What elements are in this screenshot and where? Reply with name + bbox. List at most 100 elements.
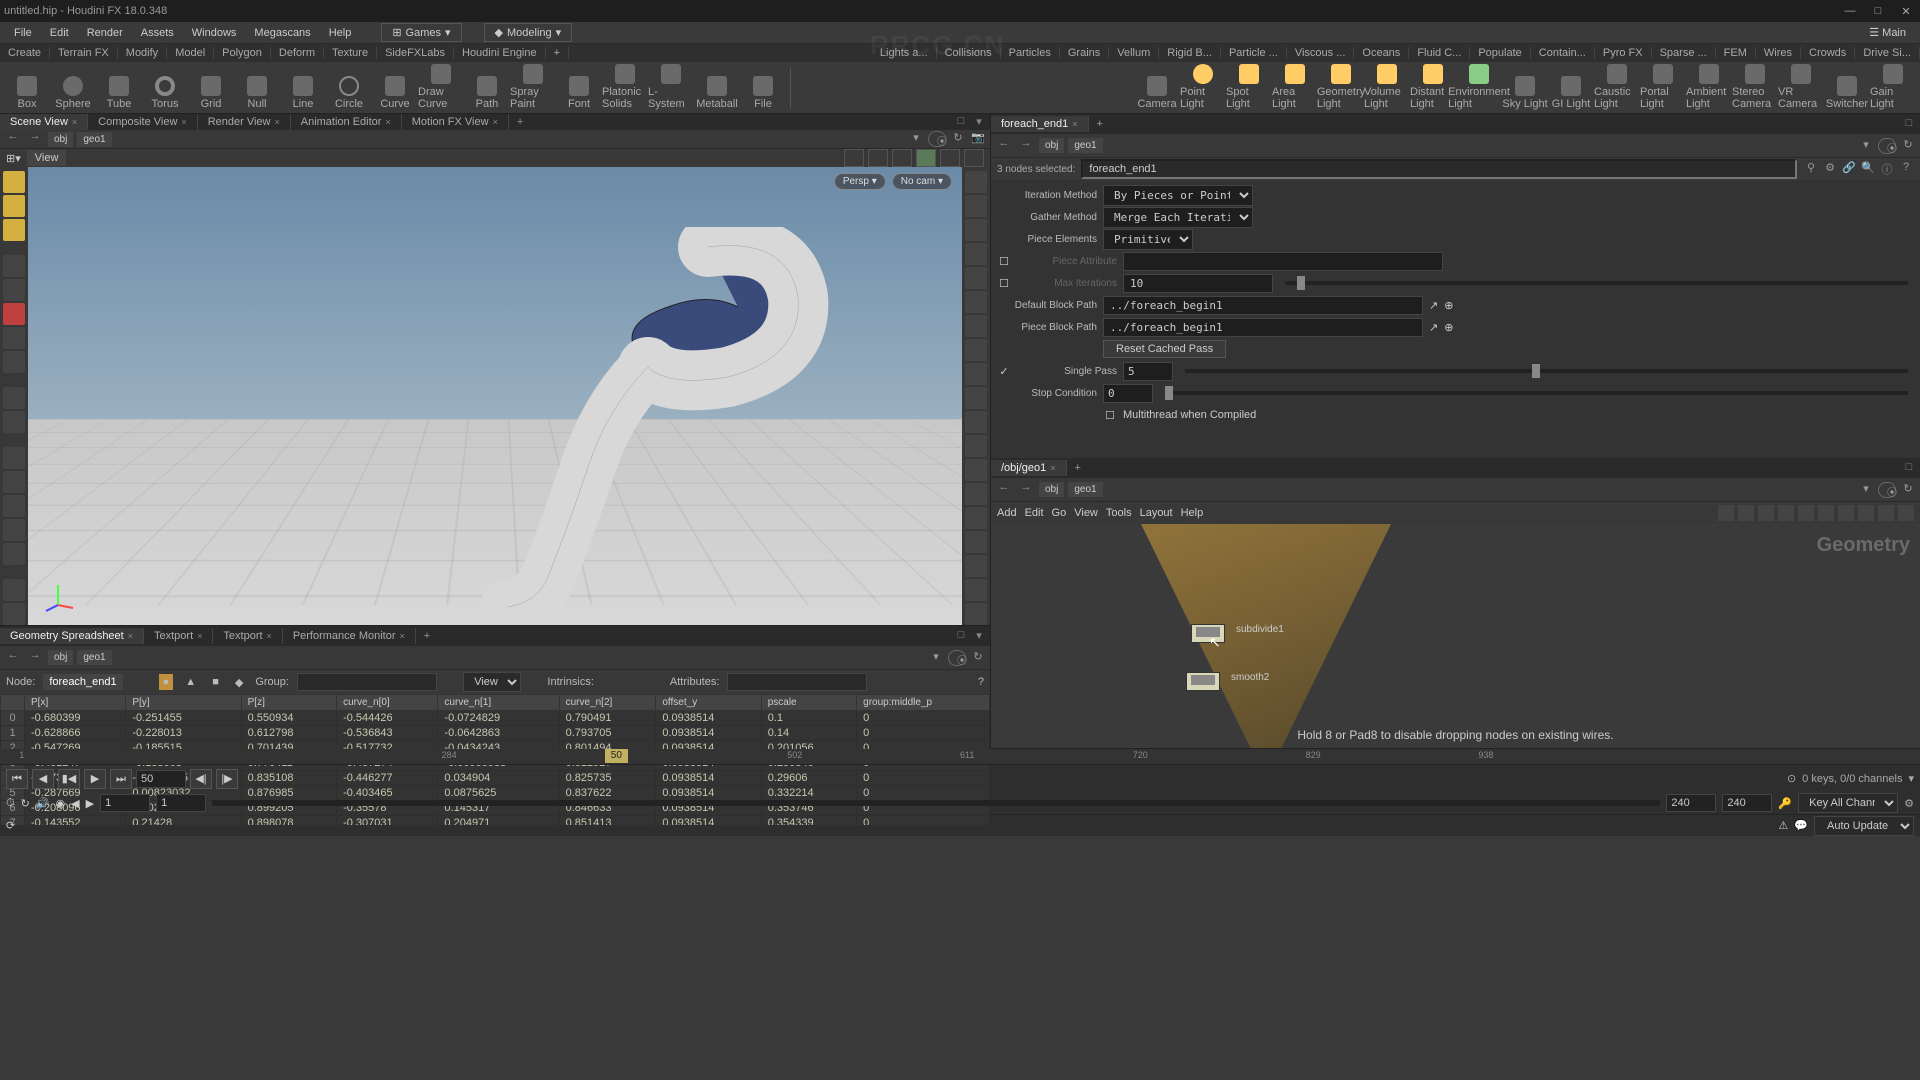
play-back-button[interactable]: ▮◀ bbox=[58, 769, 80, 789]
add-tab-button[interactable]: + bbox=[1089, 116, 1111, 132]
column-header[interactable]: P[z] bbox=[241, 695, 336, 711]
tab-motion-fx[interactable]: Motion FX View× bbox=[402, 114, 509, 130]
material-icon[interactable] bbox=[965, 315, 987, 337]
net-menu-edit[interactable]: Edit bbox=[1025, 507, 1044, 519]
tool-platonic[interactable]: Platonic Solids bbox=[602, 64, 648, 112]
tab-textport-1[interactable]: Textport× bbox=[144, 628, 213, 644]
menu-file[interactable]: File bbox=[6, 25, 40, 41]
point-class-button[interactable]: ● bbox=[159, 674, 174, 690]
warning-icon[interactable]: ⚠ bbox=[1778, 819, 1788, 832]
tool-circle[interactable]: Circle bbox=[326, 64, 372, 112]
integer-toggle[interactable]: ◉ bbox=[56, 797, 66, 810]
settings-icon[interactable]: ⚙ bbox=[1904, 797, 1914, 810]
range-end-1[interactable] bbox=[1666, 794, 1716, 812]
net-menu-view[interactable]: View bbox=[1074, 507, 1098, 519]
light-tab-pyro[interactable]: Pyro FX bbox=[1595, 47, 1652, 59]
net-menu-help[interactable]: Help bbox=[1181, 507, 1204, 519]
bg-toggle-icon[interactable] bbox=[965, 555, 987, 577]
chevron-down-icon[interactable]: ▾ bbox=[908, 131, 924, 147]
refresh-icon[interactable]: ↻ bbox=[1900, 138, 1916, 154]
handles-tool[interactable] bbox=[3, 387, 25, 409]
light-tab-grains[interactable]: Grains bbox=[1060, 47, 1109, 59]
attributes-input[interactable] bbox=[727, 673, 867, 691]
maximize-pane-icon[interactable]: □ bbox=[1902, 117, 1916, 131]
path-obj[interactable]: obj bbox=[1039, 138, 1064, 153]
single-pass-slider[interactable] bbox=[1185, 369, 1908, 373]
light-tab-drive[interactable]: Drive Si... bbox=[1855, 47, 1920, 59]
main-menu[interactable]: ☰ Main bbox=[1861, 24, 1914, 41]
subnet-icon[interactable] bbox=[1898, 505, 1914, 521]
pin-toggle[interactable]: ⦿ bbox=[1878, 138, 1896, 154]
tab-render-view[interactable]: Render View× bbox=[198, 114, 291, 130]
network-view[interactable]: Geometry subdivide1 smooth2 ↖ Hold 8 or … bbox=[991, 524, 1920, 748]
net-menu-add[interactable]: Add bbox=[997, 507, 1017, 519]
menu-windows[interactable]: Windows bbox=[184, 25, 245, 41]
multithread-check[interactable]: ☐ bbox=[1103, 409, 1117, 422]
tab-composite-view[interactable]: Composite View× bbox=[88, 114, 198, 130]
single-pass-field[interactable] bbox=[1123, 362, 1173, 381]
next-key-button[interactable]: |▶ bbox=[216, 769, 238, 789]
table-row[interactable]: 0-0.680399-0.2514550.550934-0.544426-0.0… bbox=[1, 711, 990, 726]
prim-class-button[interactable]: ■ bbox=[208, 674, 223, 690]
pane-menu-icon[interactable]: ▾ bbox=[972, 115, 986, 129]
column-header[interactable]: group:middle_p bbox=[857, 695, 990, 711]
close-icon[interactable]: × bbox=[197, 631, 202, 641]
tool-path[interactable]: Path bbox=[464, 64, 510, 112]
stop-condition-field[interactable] bbox=[1103, 384, 1153, 403]
link-icon[interactable]: 🔗 bbox=[1841, 161, 1857, 177]
tool-file[interactable]: File bbox=[740, 64, 786, 112]
shelf-tab-houdiniengine[interactable]: Houdini Engine bbox=[454, 47, 546, 59]
step-back-button[interactable]: ◀ bbox=[32, 769, 54, 789]
column-header[interactable]: curve_n[0] bbox=[337, 695, 438, 711]
tool-stereocam[interactable]: Stereo Camera bbox=[1732, 64, 1778, 112]
snapshot-icon[interactable]: 📷 bbox=[970, 131, 986, 147]
close-icon[interactable]: × bbox=[274, 117, 279, 127]
menu-help[interactable]: Help bbox=[321, 25, 360, 41]
back-button[interactable]: ← bbox=[995, 481, 1013, 499]
back-button[interactable]: ← bbox=[4, 130, 22, 148]
tab-scene-view[interactable]: Scene View× bbox=[0, 114, 88, 130]
tool-sphere[interactable]: Sphere bbox=[50, 64, 96, 112]
tool-volumelight[interactable]: Volume Light bbox=[1364, 64, 1410, 112]
rotate-tool[interactable] bbox=[3, 327, 25, 349]
keyframe-icon[interactable]: 🔑 bbox=[1778, 797, 1792, 810]
snap-options-icon[interactable] bbox=[3, 543, 25, 565]
tool-portallight[interactable]: Portal Light bbox=[1640, 64, 1686, 112]
column-header[interactable]: curve_n[1] bbox=[438, 695, 559, 711]
display-primnums-icon[interactable] bbox=[965, 267, 987, 289]
measure-icon[interactable] bbox=[965, 483, 987, 505]
prev-key-button[interactable]: ◀| bbox=[190, 769, 212, 789]
shelf-tab-add[interactable]: + bbox=[546, 47, 569, 59]
light-tab-particle[interactable]: Particle ... bbox=[1221, 47, 1287, 59]
display-options-icon[interactable] bbox=[965, 603, 987, 625]
tool-torus[interactable]: Torus bbox=[142, 64, 188, 112]
snap-curve-icon[interactable] bbox=[3, 471, 25, 493]
column-header[interactable]: offset_y bbox=[656, 695, 761, 711]
light-tab-wires[interactable]: Wires bbox=[1756, 47, 1801, 59]
shelf-tab-deform[interactable]: Deform bbox=[271, 47, 324, 59]
node-smooth[interactable] bbox=[1186, 672, 1220, 691]
region-tool[interactable] bbox=[3, 195, 25, 217]
abc-icon[interactable] bbox=[965, 459, 987, 481]
desktop-modeling[interactable]: ◆Modeling▾ bbox=[484, 23, 573, 42]
tool-camera[interactable]: Camera bbox=[1134, 64, 1180, 112]
default-block-field[interactable] bbox=[1103, 296, 1423, 315]
vis-mode-icon[interactable] bbox=[916, 149, 936, 167]
shelf-tab-model[interactable]: Model bbox=[167, 47, 214, 59]
forward-button[interactable]: → bbox=[1017, 137, 1035, 155]
vis-overlay-icon[interactable] bbox=[964, 149, 984, 167]
chevron-down-icon[interactable]: ▾ bbox=[1858, 138, 1874, 154]
light-tab-crowds[interactable]: Crowds bbox=[1801, 47, 1855, 59]
light-tab-fem[interactable]: FEM bbox=[1716, 47, 1756, 59]
pane-menu-icon[interactable]: ▾ bbox=[972, 629, 986, 643]
group-input[interactable] bbox=[297, 673, 437, 691]
snap-point-icon[interactable] bbox=[3, 495, 25, 517]
tool-spraypaint[interactable]: Spray Paint bbox=[510, 64, 556, 112]
lock-icon[interactable] bbox=[3, 279, 25, 301]
close-icon[interactable]: × bbox=[267, 631, 272, 641]
maximize-pane-icon[interactable]: □ bbox=[954, 115, 968, 129]
ao-icon[interactable] bbox=[965, 387, 987, 409]
vis-options-icon[interactable] bbox=[965, 579, 987, 601]
tool-drawcurve[interactable]: Draw Curve bbox=[418, 64, 464, 112]
net-menu-layout[interactable]: Layout bbox=[1140, 507, 1173, 519]
